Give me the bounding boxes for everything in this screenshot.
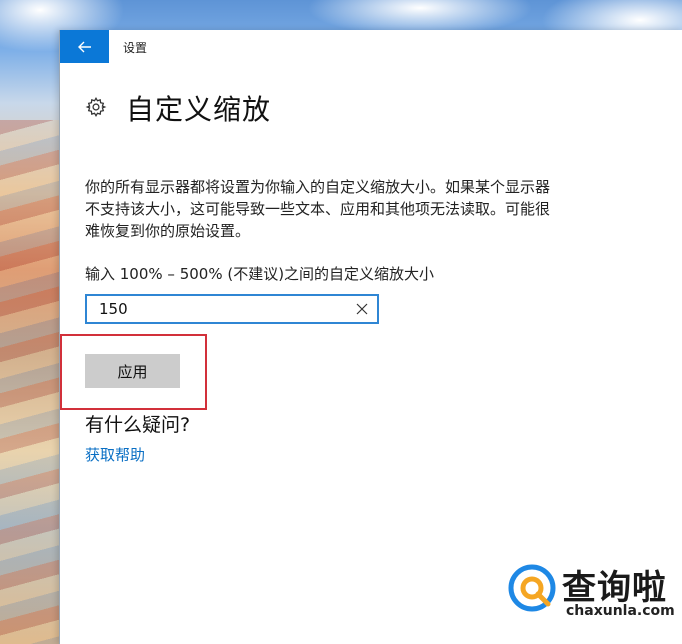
help-heading: 有什么疑问? [85,414,191,436]
title-bar: 设置 [60,30,682,63]
watermark-logo-icon [508,564,556,612]
gear-icon [85,97,107,117]
window-title: 设置 [123,41,148,55]
watermark-url: chaxunla.com [566,603,675,619]
scale-input[interactable] [87,296,359,322]
scale-input-label: 输入 100% – 500% (不建议)之间的自定义缩放大小 [85,265,435,283]
back-button[interactable] [60,30,109,63]
back-arrow-icon [77,41,91,52]
watermark: 查询啦 chaxunla.com [508,560,678,624]
watermark-title: 查询啦 [562,568,667,608]
scale-input-container [85,294,379,324]
warning-description: 你的所有显示器都将设置为你输入的自定义缩放大小。如果某个显示器不支持该大小，这可… [85,178,551,240]
get-help-link[interactable]: 获取帮助 [85,444,145,465]
page-title: 自定义缩放 [126,93,272,126]
clear-input-button[interactable] [353,300,371,318]
apply-button[interactable]: 应用 [85,354,180,388]
settings-window: 设置 自定义缩放 你的所有显示器都将设置为你输入的自定义缩放大小。如果某个显示器… [59,30,682,644]
close-icon [356,303,368,315]
